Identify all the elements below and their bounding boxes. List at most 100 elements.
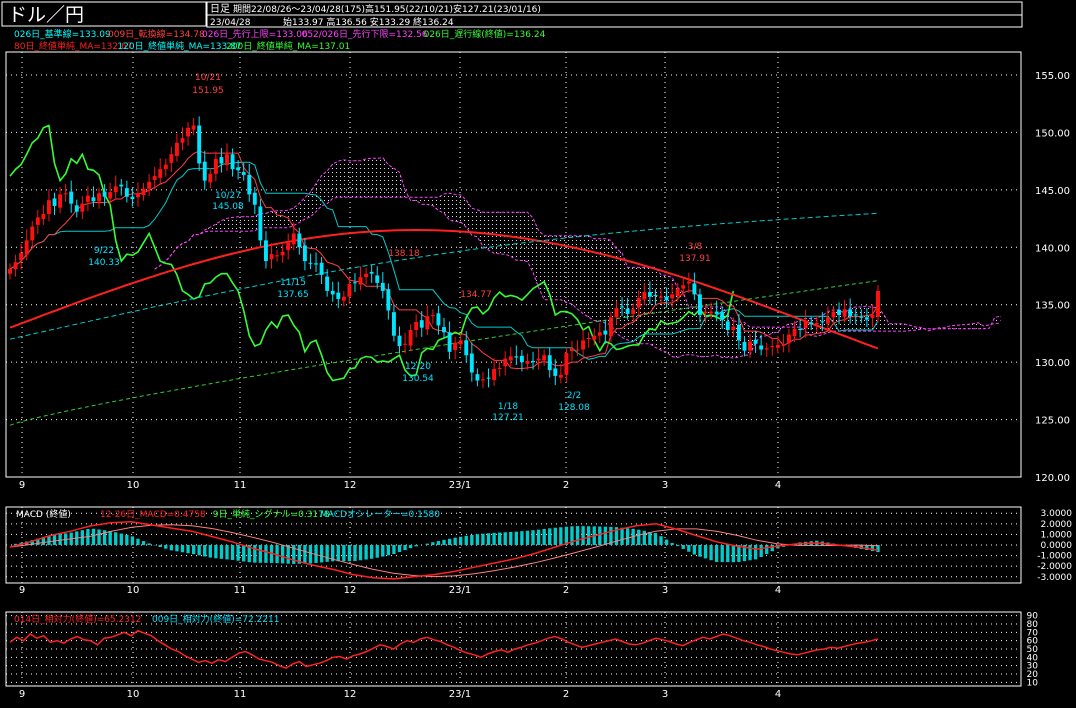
candle-body bbox=[336, 292, 341, 299]
price-annotation: 128.08 bbox=[558, 403, 590, 413]
candle-body bbox=[163, 164, 168, 170]
macd-legend-item: MACDオシレーター=0.1580 bbox=[320, 509, 440, 520]
candle-body bbox=[258, 206, 263, 241]
macd-legend: 12-26日_MACD=0.4758 9日_単純_シグナル=0.3178MACDオ… bbox=[100, 508, 440, 520]
candle-body bbox=[864, 317, 869, 320]
candle-body bbox=[85, 195, 90, 202]
candle-body bbox=[158, 169, 163, 178]
candle-body bbox=[297, 233, 302, 248]
candle-body bbox=[620, 306, 624, 308]
candle-body bbox=[236, 167, 241, 171]
candle-body bbox=[614, 308, 619, 318]
candle-body bbox=[736, 324, 741, 341]
candle-body bbox=[180, 138, 185, 143]
candle-body bbox=[853, 314, 858, 316]
candle-body bbox=[208, 173, 213, 183]
candle-body bbox=[447, 332, 452, 352]
legend-item: 052/026日_先行下限=132.56 bbox=[302, 28, 428, 40]
candle-body bbox=[748, 341, 752, 351]
candle-body bbox=[586, 338, 591, 340]
candle-body bbox=[453, 342, 458, 351]
x-tick-label: 10 bbox=[127, 689, 140, 700]
candle-body bbox=[809, 322, 814, 325]
y-tick-label: 125.00 bbox=[1035, 416, 1070, 427]
candle-body bbox=[681, 285, 686, 289]
rsi-legend-item: 014日_相対力(終値)=65.2312 bbox=[14, 613, 141, 625]
candle-body bbox=[742, 342, 747, 351]
candle-body bbox=[430, 315, 435, 317]
candle-body bbox=[302, 245, 307, 262]
candle-body bbox=[202, 161, 207, 181]
candle-body bbox=[536, 358, 541, 361]
macd-y-tick: 1.0000 bbox=[1041, 530, 1073, 540]
candle-body bbox=[664, 296, 669, 301]
candle-body bbox=[353, 282, 357, 284]
rsi-legend-item: 009日_相対力(終値)=72.2211 bbox=[152, 613, 279, 625]
x-tick-label: 9 bbox=[19, 689, 25, 700]
price-annotation: 127.21 bbox=[492, 413, 524, 423]
x-tick-label: 2 bbox=[563, 480, 569, 491]
price-annotations: 10/21 151.95 10/27145.08 9/22 140.33 11/15 137… bbox=[88, 73, 711, 423]
x-tick-label: 12 bbox=[344, 585, 357, 596]
price-annotation: 151.95 bbox=[192, 86, 224, 96]
candle-body bbox=[514, 356, 519, 358]
macd-title: MACD (終値) bbox=[16, 508, 71, 520]
candle-body bbox=[213, 158, 218, 174]
candle-body bbox=[397, 335, 402, 347]
candle-body bbox=[119, 184, 124, 187]
x-tick-label: 12 bbox=[344, 689, 357, 700]
candle-body bbox=[792, 328, 797, 337]
period-type: 日足 bbox=[210, 3, 230, 15]
macd-y-tick: 2.0000 bbox=[1041, 520, 1073, 530]
candle-body bbox=[30, 226, 35, 241]
candle-body bbox=[508, 356, 513, 361]
candle-body bbox=[686, 281, 691, 284]
candle-body bbox=[219, 157, 224, 164]
legend-item: 026日_基準線=133.09 bbox=[14, 28, 111, 40]
candle-body bbox=[631, 309, 636, 314]
candle-body bbox=[759, 345, 764, 350]
candle-body bbox=[764, 348, 769, 350]
candle-body bbox=[403, 343, 407, 345]
x-tick-label: 11 bbox=[234, 585, 247, 596]
x-tick-label: 23/1 bbox=[449, 480, 471, 491]
macd-legend-item: 12-26日_MACD=0.4758 bbox=[100, 509, 206, 520]
candle-body bbox=[675, 288, 680, 297]
candle-body bbox=[731, 326, 736, 330]
candle-body bbox=[52, 198, 57, 206]
price-annotation: 12/20 bbox=[405, 362, 431, 372]
candle-body bbox=[837, 309, 841, 316]
candle-body bbox=[425, 316, 430, 330]
macd-y-tick: -2.0000 bbox=[1037, 562, 1072, 572]
candle-body bbox=[842, 309, 847, 317]
candle-body bbox=[113, 186, 118, 193]
price-annotation: 130.54 bbox=[402, 374, 434, 384]
candle-body bbox=[531, 360, 535, 363]
candle-body bbox=[174, 142, 179, 156]
candle-body bbox=[58, 194, 63, 208]
candle-body bbox=[670, 294, 675, 299]
y-tick-label: 130.00 bbox=[1035, 358, 1070, 369]
candle-body bbox=[91, 197, 96, 202]
candlesticks bbox=[8, 116, 880, 388]
candle-body bbox=[647, 292, 652, 297]
legend-row-1: 026日_基準線=133.09009日_転換線=134.78026日_先行上限=… bbox=[14, 28, 546, 40]
x-tick-label: 11 bbox=[234, 480, 247, 491]
candle-body bbox=[419, 320, 424, 328]
candle-body bbox=[24, 240, 29, 255]
candle-body bbox=[414, 321, 419, 330]
price-annotation: 3/8 bbox=[688, 242, 703, 252]
candle-body bbox=[775, 344, 780, 348]
x-tick-label: 4 bbox=[775, 689, 781, 700]
candle-body bbox=[608, 317, 613, 337]
candle-body bbox=[380, 282, 385, 291]
candle-body bbox=[519, 355, 524, 363]
legend-item: 120日_終値単純_MA=133.87 bbox=[117, 40, 241, 52]
x-tick-label: 2 bbox=[563, 689, 569, 700]
candle-body bbox=[247, 174, 252, 195]
candle-body bbox=[642, 292, 647, 300]
legend-item: 026日_先行上限=133.06 bbox=[202, 28, 308, 40]
candle-body bbox=[186, 127, 190, 137]
candle-body bbox=[408, 329, 413, 346]
candle-body bbox=[230, 154, 235, 170]
